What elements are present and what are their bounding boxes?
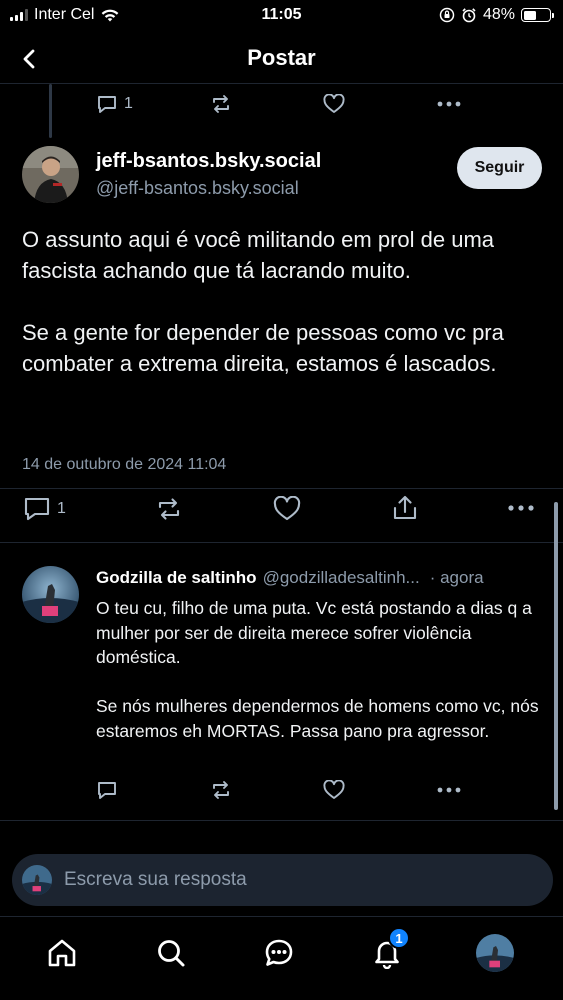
share-button[interactable]: [392, 494, 418, 522]
author-handle[interactable]: @jeff-bsantos.bsky.social: [96, 178, 299, 199]
heart-icon: [323, 780, 345, 799]
heart-icon: [323, 94, 345, 113]
divider: [0, 488, 563, 489]
alarm-icon: [462, 8, 476, 23]
reply-avatar-image: [22, 566, 79, 623]
more-options-button[interactable]: [507, 500, 535, 516]
reply-timestamp: · agora: [429, 568, 484, 587]
repost-icon: [213, 95, 229, 113]
reply-author-name[interactable]: Godzilla de saltinho: [96, 568, 257, 588]
reply-composer[interactable]: Escreva sua resposta: [12, 854, 553, 906]
parent-like-button[interactable]: [323, 94, 345, 114]
author-avatar[interactable]: [22, 146, 79, 203]
share-icon: [393, 495, 417, 520]
composer-avatar: [22, 865, 52, 895]
reply-header: Godzilla de saltinho @godzilladesaltinh.…: [96, 568, 546, 588]
home-icon: [48, 939, 76, 967]
reply-author-handle[interactable]: @godzilladesaltinh...: [263, 568, 420, 588]
reply-more-button[interactable]: [436, 782, 462, 798]
status-bar: Inter Cel 11:05 48%: [0, 0, 563, 32]
reply-paragraph: O teu cu, filho de uma puta. Vc está pos…: [96, 598, 532, 667]
nav-home[interactable]: [42, 933, 82, 973]
reply-paragraph: Se nós mulheres dependermos de homens co…: [96, 696, 539, 741]
reply-icon: [98, 96, 116, 113]
orientation-lock-icon: [439, 7, 455, 23]
reply-reply-button[interactable]: [96, 780, 118, 800]
nav-profile[interactable]: [476, 934, 514, 972]
bottom-nav: 1: [0, 916, 563, 1000]
reply-repost-button[interactable]: [209, 780, 233, 800]
battery-icon: [521, 8, 554, 22]
header: Postar: [0, 34, 563, 84]
heart-icon: [273, 496, 301, 521]
page-title: Postar: [247, 45, 316, 70]
repost-icon: [158, 498, 180, 520]
follow-button[interactable]: Seguir: [457, 147, 542, 189]
reply-input-placeholder[interactable]: Escreva sua resposta: [64, 869, 247, 891]
nav-chat[interactable]: [259, 933, 299, 973]
reply-like-button[interactable]: [323, 780, 345, 800]
divider: [0, 820, 563, 821]
author-avatar-image: [22, 146, 79, 203]
repost-button[interactable]: [155, 497, 183, 521]
post-paragraph: Se a gente for depender de pessoas como …: [22, 320, 504, 376]
reply-text: O teu cu, filho de uma puta. Vc está pos…: [96, 596, 546, 743]
author-name[interactable]: jeff-bsantos.bsky.social: [96, 150, 321, 173]
repost-icon: [213, 781, 229, 799]
parent-reply-count: 1: [124, 95, 133, 112]
more-options-icon: [508, 505, 534, 511]
chat-icon: [265, 939, 293, 966]
status-right: 48%: [439, 6, 554, 24]
notifications-badge: 1: [388, 927, 410, 949]
scrollbar[interactable]: [554, 502, 558, 810]
post-timestamp: 14 de outubro de 2024 11:04: [22, 456, 227, 473]
profile-avatar: [476, 934, 514, 972]
more-options-icon: [437, 101, 461, 107]
parent-reply-button[interactable]: 1: [96, 94, 133, 114]
divider: [0, 542, 563, 543]
reply-icon: [24, 497, 50, 521]
like-button[interactable]: [273, 496, 301, 522]
reply-count: 1: [57, 500, 66, 517]
search-icon: [158, 940, 185, 967]
reply-icon: [98, 782, 116, 799]
composer-avatar-image: [22, 865, 52, 895]
parent-more-button[interactable]: [436, 96, 462, 112]
more-options-icon: [437, 787, 461, 793]
thread-line: [49, 84, 52, 138]
nav-search[interactable]: [151, 933, 191, 973]
reply-button[interactable]: 1: [23, 496, 66, 522]
parent-repost-button[interactable]: [209, 94, 233, 114]
reply-author-avatar[interactable]: [22, 566, 79, 623]
battery-percent: 48%: [482, 6, 515, 23]
post-paragraph: O assunto aqui é você militando em prol …: [22, 227, 495, 283]
post-text: O assunto aqui é você militando em prol …: [22, 224, 547, 379]
